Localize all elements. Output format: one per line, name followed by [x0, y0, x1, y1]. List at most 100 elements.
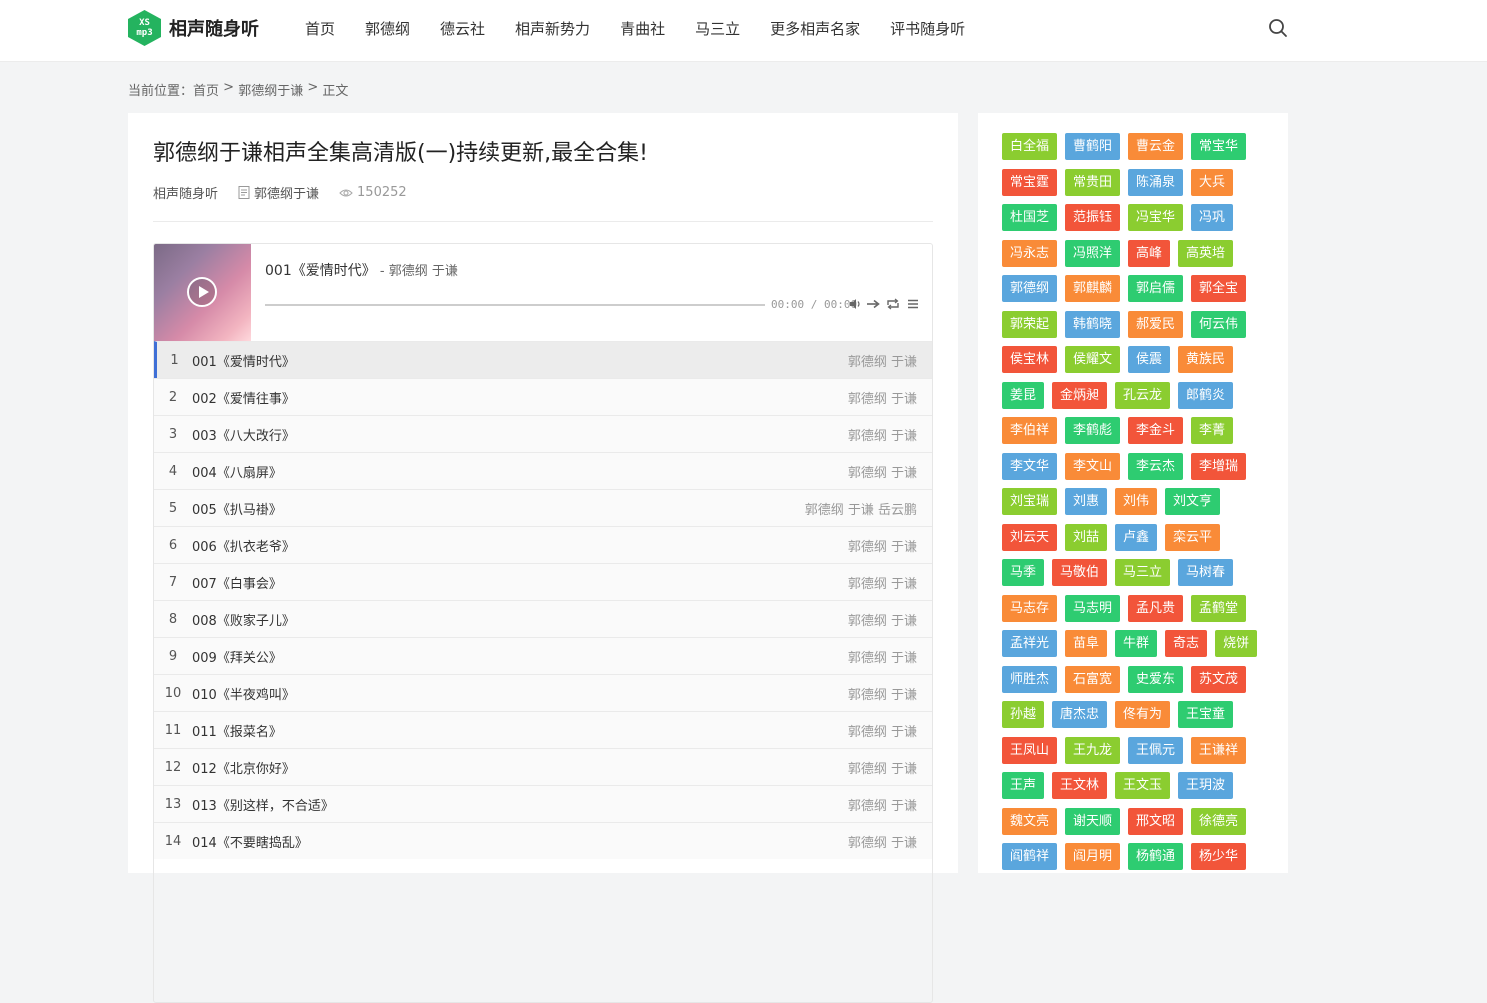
artist-tag[interactable]: 烧饼 — [1215, 630, 1258, 657]
nav-item-deyunshe[interactable]: 德云社 — [425, 18, 500, 39]
playlist-row[interactable]: 8 008《败家子儿》 郭德纲 于谦 — [154, 600, 932, 637]
post-site[interactable]: 相声随身听 — [153, 183, 218, 202]
artist-tag[interactable]: 高峰 — [1128, 239, 1171, 267]
artist-tag[interactable]: 石富宽 — [1065, 665, 1121, 693]
artist-tag[interactable]: 金炳昶 — [1052, 381, 1108, 409]
artist-tag[interactable]: 李伯祥 — [1002, 417, 1058, 444]
artist-tag[interactable]: 郎鹤炎 — [1178, 381, 1234, 409]
breadcrumb-home[interactable]: 首页 — [193, 80, 219, 99]
artist-tag[interactable]: 范振钰 — [1065, 204, 1121, 231]
artist-tag[interactable]: 黄族民 — [1178, 346, 1234, 373]
nav-item-more-masters[interactable]: 更多相声名家 — [755, 18, 875, 39]
artist-tag[interactable]: 马季 — [1002, 559, 1045, 586]
artist-tag[interactable]: 韩鹤晓 — [1065, 310, 1121, 338]
playlist-row[interactable]: 5 005《扒马褂》 郭德纲 于谦 岳云鹏 — [154, 489, 932, 526]
artist-tag[interactable]: 冯宝华 — [1128, 204, 1184, 231]
artist-tag[interactable]: 谢天顺 — [1065, 807, 1121, 835]
artist-tag[interactable]: 王凤山 — [1002, 736, 1058, 764]
playlist-row[interactable]: 11 011《报菜名》 郭德纲 于谦 — [154, 711, 932, 748]
artist-tag[interactable]: 孟凡贵 — [1128, 594, 1184, 622]
artist-tag[interactable]: 奇志 — [1165, 630, 1208, 657]
artist-tag[interactable]: 常宝霆 — [1002, 168, 1058, 196]
artist-tag[interactable]: 卢鑫 — [1115, 523, 1158, 551]
artist-tag[interactable]: 侯耀文 — [1065, 346, 1121, 373]
artist-tag[interactable]: 李增瑞 — [1191, 452, 1247, 480]
playlist-row[interactable]: 1 001《爱情时代》 郭德纲 于谦 — [154, 341, 932, 378]
artist-tag[interactable]: 李文华 — [1002, 452, 1058, 480]
nav-item-home[interactable]: 首页 — [290, 18, 350, 39]
artist-tag[interactable]: 王文林 — [1052, 772, 1108, 799]
nav-item-guodegang[interactable]: 郭德纲 — [350, 18, 425, 39]
artist-tag[interactable]: 马三立 — [1115, 559, 1171, 586]
playlist-row[interactable]: 4 004《八扇屏》 郭德纲 于谦 — [154, 452, 932, 489]
artist-tag[interactable]: 陈涌泉 — [1128, 168, 1184, 196]
artist-tag[interactable]: 刘惠 — [1065, 488, 1108, 515]
nav-item-masanli[interactable]: 马三立 — [680, 18, 755, 39]
artist-tag[interactable]: 常宝华 — [1191, 133, 1247, 160]
artist-tag[interactable]: 李文山 — [1065, 452, 1121, 480]
artist-tag[interactable]: 冯巩 — [1191, 204, 1234, 231]
artist-tag[interactable]: 侯宝林 — [1002, 346, 1058, 373]
artist-tag[interactable]: 李菁 — [1191, 417, 1234, 444]
artist-tag[interactable]: 王宝童 — [1178, 701, 1234, 728]
playlist-row[interactable]: 9 009《拜关公》 郭德纲 于谦 — [154, 637, 932, 674]
artist-tag[interactable]: 马志存 — [1002, 594, 1058, 622]
artist-tag[interactable]: 李云杰 — [1128, 452, 1184, 480]
artist-tag[interactable]: 苏文茂 — [1191, 665, 1247, 693]
artist-tag[interactable]: 冯照洋 — [1065, 239, 1121, 267]
artist-tag[interactable]: 大兵 — [1191, 168, 1234, 196]
post-category[interactable]: 郭德纲于谦 — [238, 183, 319, 202]
artist-tag[interactable]: 孟祥光 — [1002, 630, 1058, 657]
artist-tag[interactable]: 徐德亮 — [1191, 807, 1247, 835]
artist-tag[interactable]: 邢文昭 — [1128, 807, 1184, 835]
loop-icon[interactable] — [886, 297, 900, 311]
artist-tag[interactable]: 孙越 — [1002, 701, 1045, 728]
nav-item-qingqushe[interactable]: 青曲社 — [605, 18, 680, 39]
artist-tag[interactable]: 杜国芝 — [1002, 204, 1058, 231]
artist-tag[interactable]: 师胜杰 — [1002, 665, 1058, 693]
artist-tag[interactable]: 郭德纲 — [1002, 275, 1058, 302]
breadcrumb-category[interactable]: 郭德纲于谦 — [238, 80, 303, 99]
playlist-row[interactable]: 3 003《八大改行》 郭德纲 于谦 — [154, 415, 932, 452]
artist-tag[interactable]: 刘宝瑞 — [1002, 488, 1058, 515]
artist-tag[interactable]: 唐杰忠 — [1052, 701, 1108, 728]
playlist-row[interactable]: 12 012《北京你好》 郭德纲 于谦 — [154, 748, 932, 785]
artist-tag[interactable]: 高英培 — [1178, 239, 1234, 267]
artist-tag[interactable]: 王谦祥 — [1191, 736, 1247, 764]
artist-tag[interactable]: 郝爱民 — [1128, 310, 1184, 338]
nav-item-new-force[interactable]: 相声新势力 — [500, 18, 605, 39]
artist-tag[interactable]: 刘喆 — [1065, 523, 1108, 551]
playlist-row[interactable]: 6 006《扒衣老爷》 郭德纲 于谦 — [154, 526, 932, 563]
volume-icon[interactable] — [848, 297, 862, 311]
artist-tag[interactable]: 李鹤彪 — [1065, 417, 1121, 444]
artist-tag[interactable]: 阎鹤祥 — [1002, 843, 1058, 870]
site-logo[interactable]: XS mp3 相声随身听 — [128, 10, 259, 46]
artist-tag[interactable]: 刘云天 — [1002, 523, 1058, 551]
artist-tag[interactable]: 王九龙 — [1065, 736, 1121, 764]
nav-item-pingshu[interactable]: 评书随身听 — [875, 18, 980, 39]
artist-tag[interactable]: 孟鹤堂 — [1191, 594, 1247, 622]
artist-tag[interactable]: 杨少华 — [1191, 843, 1247, 870]
artist-tag[interactable]: 白全福 — [1002, 133, 1058, 160]
artist-tag[interactable]: 马树春 — [1178, 559, 1234, 586]
artist-tag[interactable]: 刘文亨 — [1165, 488, 1221, 515]
artist-tag[interactable]: 栾云平 — [1165, 523, 1221, 551]
artist-tag[interactable]: 曹鹤阳 — [1065, 133, 1121, 160]
artist-tag[interactable]: 郭麒麟 — [1065, 275, 1121, 302]
playlist-row[interactable]: 13 013《别这样，不合适》 郭德纲 于谦 — [154, 785, 932, 822]
artist-tag[interactable]: 李金斗 — [1128, 417, 1184, 444]
artist-tag[interactable]: 冯永志 — [1002, 239, 1058, 267]
artist-tag[interactable]: 王佩元 — [1128, 736, 1184, 764]
playlist-row[interactable]: 10 010《半夜鸡叫》 郭德纲 于谦 — [154, 674, 932, 711]
artist-tag[interactable]: 佟有为 — [1115, 701, 1171, 728]
artist-tag[interactable]: 史爱东 — [1128, 665, 1184, 693]
artist-tag[interactable]: 常贵田 — [1065, 168, 1121, 196]
artist-tag[interactable]: 刘伟 — [1115, 488, 1158, 515]
artist-tag[interactable]: 王声 — [1002, 772, 1045, 799]
playlist-row[interactable]: 2 002《爱情往事》 郭德纲 于谦 — [154, 378, 932, 415]
artist-tag[interactable]: 杨鹤通 — [1128, 843, 1184, 870]
artist-tag[interactable]: 阎月明 — [1065, 843, 1121, 870]
artist-tag[interactable]: 郭启儒 — [1128, 275, 1184, 302]
artist-tag[interactable]: 侯震 — [1128, 346, 1171, 373]
play-icon[interactable] — [187, 277, 217, 307]
